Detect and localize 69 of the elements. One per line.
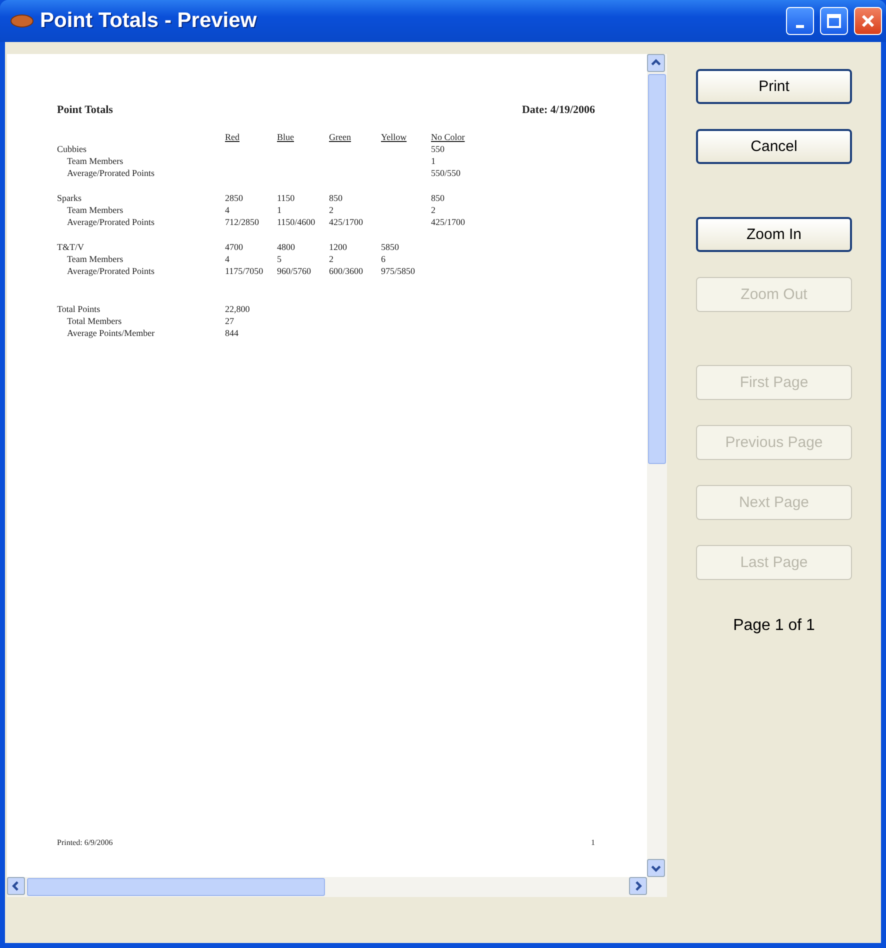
page-indicator: Page 1 of 1 — [733, 617, 815, 635]
page-number: 1 — [591, 838, 595, 847]
row-label: Average/Prorated Points — [66, 168, 156, 179]
preview-button[interactable]: Zoom In — [696, 217, 852, 252]
scrollbar-thumb[interactable] — [648, 74, 666, 464]
window-title: Point Totals - Preview — [40, 9, 258, 33]
minimize-icon — [796, 24, 804, 28]
report-value: 4700 — [225, 242, 244, 253]
group-name: Sparks — [57, 193, 82, 204]
column-header: Blue — [277, 132, 295, 143]
group-name: Cubbies — [57, 144, 88, 155]
app-icon — [10, 14, 34, 28]
scroll-right-button[interactable] — [629, 877, 647, 895]
row-label: Team Members — [66, 156, 124, 167]
report-value: 1200 — [329, 242, 348, 253]
row-label: Team Members — [66, 205, 124, 216]
total-value: 22,800 — [225, 304, 251, 315]
report-title: Point Totals — [57, 104, 113, 116]
report-value: 4 — [225, 205, 230, 216]
report-value: 4800 — [277, 242, 296, 253]
scroll-left-button[interactable] — [7, 877, 25, 895]
total-value: 844 — [225, 328, 240, 339]
report-value: 2 — [329, 205, 334, 216]
maximize-button[interactable] — [820, 7, 848, 35]
report-value: 6 — [381, 254, 386, 265]
report-value: 425/1700 — [329, 217, 364, 228]
total-label: Total Members — [66, 316, 123, 327]
preview-button[interactable]: Cancel — [696, 129, 852, 164]
scroll-up-button[interactable] — [647, 54, 665, 72]
close-button[interactable] — [854, 7, 882, 35]
column-header: Red — [225, 132, 240, 143]
total-label: Total Points — [57, 304, 102, 315]
report-value: 1150 — [277, 193, 296, 204]
report-value: 1 — [277, 205, 282, 216]
report-value: 425/1700 — [431, 217, 466, 228]
report-value: 550/550 — [431, 168, 462, 179]
report-value: 5850 — [381, 242, 400, 253]
total-value: 27 — [225, 316, 235, 327]
row-label: Team Members — [66, 254, 124, 265]
report-value: 1 — [431, 156, 436, 167]
maximize-icon — [826, 13, 842, 29]
scrollbar-thumb[interactable] — [27, 878, 325, 896]
minimize-button[interactable] — [786, 7, 814, 35]
report-value: 2 — [329, 254, 334, 265]
column-header: Yellow — [381, 132, 408, 143]
report-value: 712/2850 — [225, 217, 260, 228]
report-value: 850 — [329, 193, 344, 204]
report-value: 2 — [431, 205, 436, 216]
report-value: 960/5760 — [277, 266, 312, 277]
printed-date: Printed: 6/9/2006 — [57, 838, 113, 847]
report-value: 2850 — [225, 193, 244, 204]
close-icon — [860, 13, 876, 29]
row-label: Average/Prorated Points — [66, 217, 156, 228]
preview-button[interactable]: Print — [696, 69, 852, 104]
column-header: Green — [329, 132, 352, 143]
report-date: Date: 4/19/2006 — [522, 104, 595, 116]
report-value: 1150/4600 — [277, 217, 316, 228]
report-value: 600/3600 — [329, 266, 364, 277]
report-value: 550 — [431, 144, 446, 155]
report-value: 975/5850 — [381, 266, 416, 277]
report-value: 5 — [277, 254, 282, 265]
report-value: 1175/7050 — [225, 266, 264, 277]
report-value: 4 — [225, 254, 230, 265]
row-label: Average/Prorated Points — [66, 266, 156, 277]
group-name: T&T/V — [57, 242, 85, 253]
scroll-down-button[interactable] — [647, 859, 665, 877]
total-label: Average Points/Member — [66, 328, 156, 339]
column-header: No Color — [431, 132, 466, 143]
report-value: 850 — [431, 193, 446, 204]
